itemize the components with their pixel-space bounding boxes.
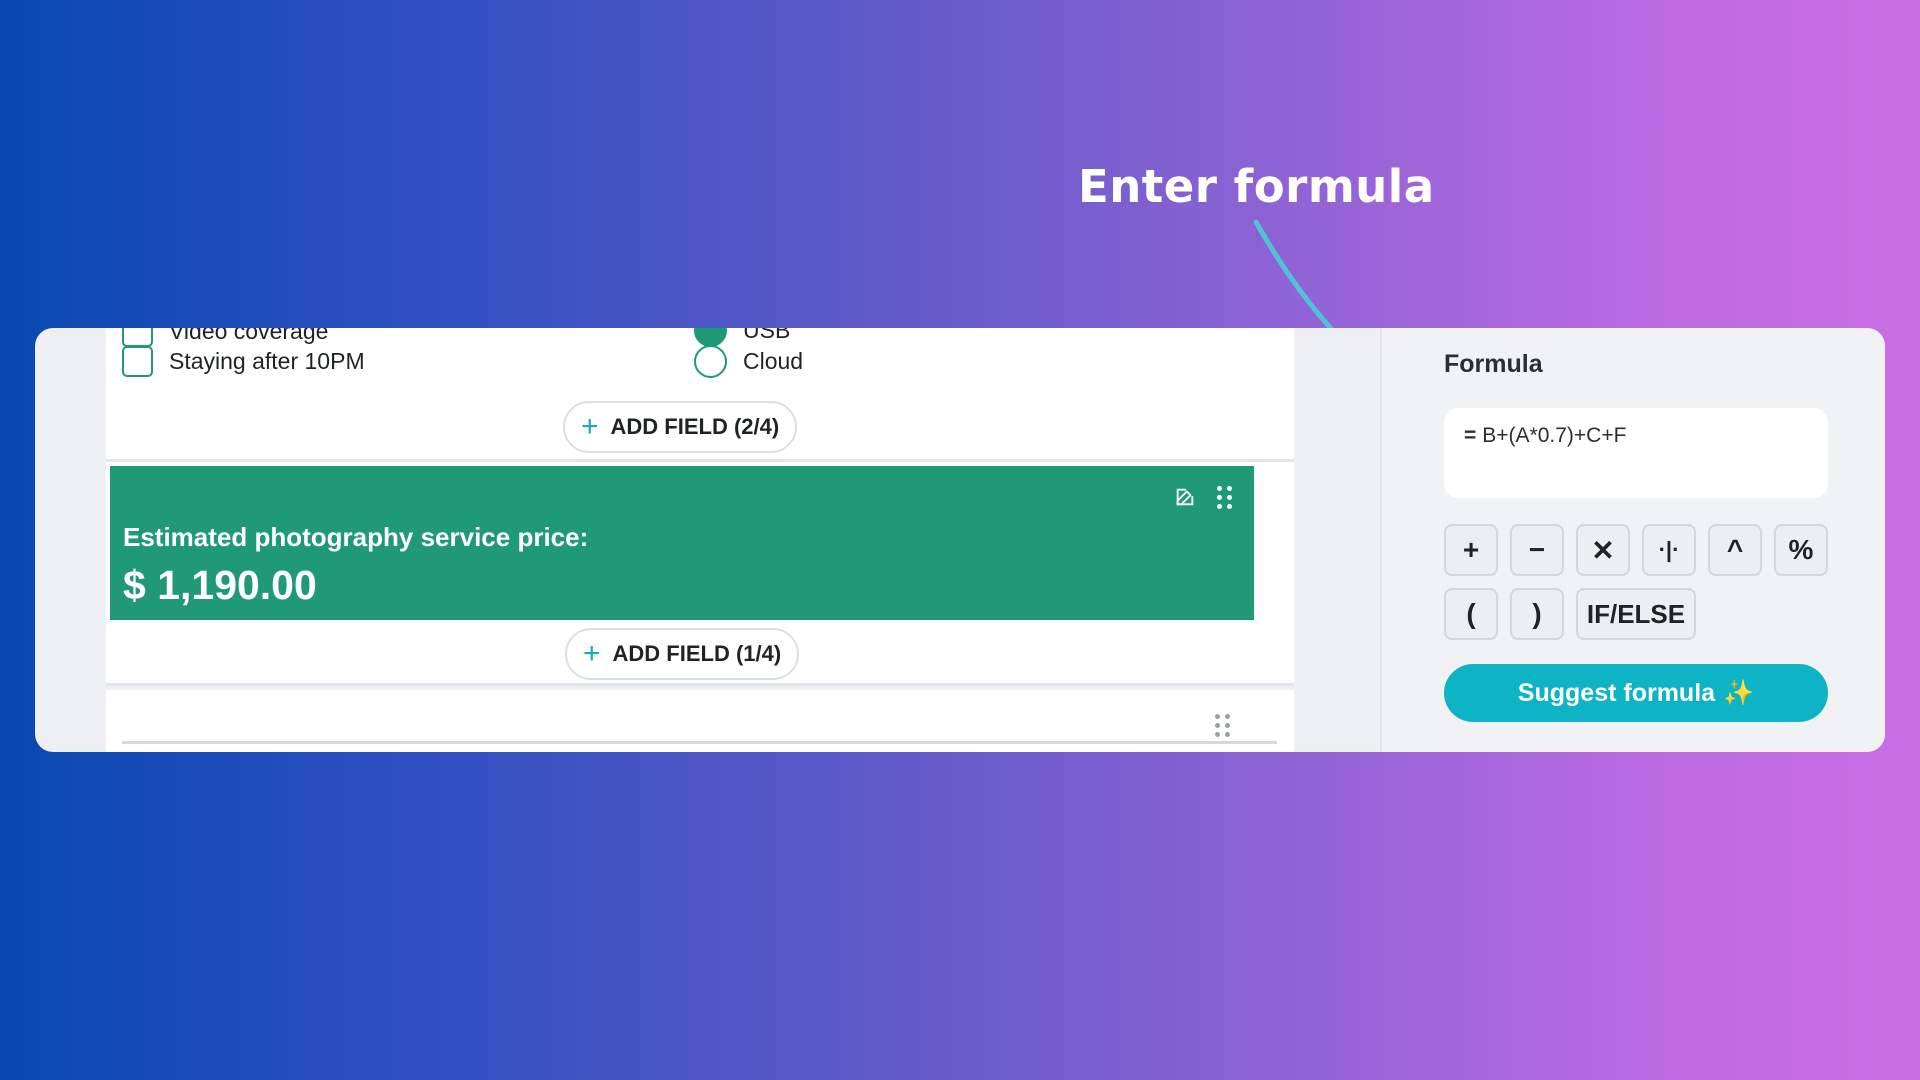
headline: Enter formula bbox=[1078, 160, 1435, 213]
power-button[interactable]: ^ bbox=[1708, 524, 1762, 576]
checkbox-icon[interactable] bbox=[122, 328, 153, 347]
formula-title: Formula bbox=[1444, 350, 1543, 378]
checkbox-label: Video coverage bbox=[169, 328, 329, 344]
price-block[interactable]: Estimated photography service price: $ 1… bbox=[110, 466, 1254, 620]
radio-cloud[interactable]: Cloud bbox=[694, 345, 803, 378]
checkbox-icon[interactable] bbox=[122, 346, 153, 377]
drag-handle-icon[interactable] bbox=[1215, 714, 1231, 737]
minus-button[interactable]: − bbox=[1510, 524, 1564, 576]
add-field-button[interactable]: + ADD FIELD (2/4) bbox=[563, 401, 798, 453]
close-paren-button[interactable]: ) bbox=[1510, 588, 1564, 640]
formula-input[interactable]: = B+(A*0.7)+C+F bbox=[1444, 408, 1828, 498]
open-paren-button[interactable]: ( bbox=[1444, 588, 1498, 640]
add-field-label: ADD FIELD (2/4) bbox=[610, 414, 780, 439]
field-divider bbox=[122, 741, 1277, 744]
checkbox-staying-after-10pm[interactable]: Staying after 10PM bbox=[122, 346, 365, 377]
add-field-label: ADD FIELD (1/4) bbox=[612, 641, 782, 666]
app-panel: Video coverage Staying after 10PM USB Cl… bbox=[35, 328, 1885, 752]
plus-icon: + bbox=[581, 410, 599, 443]
divide-button[interactable]: ·|· bbox=[1642, 524, 1696, 576]
drag-handle-icon[interactable] bbox=[1217, 486, 1233, 509]
suggest-formula-label: Suggest formula bbox=[1517, 678, 1716, 707]
radio-label: Cloud bbox=[743, 348, 804, 374]
checkbox-label: Staying after 10PM bbox=[169, 348, 365, 374]
edit-icon[interactable] bbox=[1174, 486, 1196, 508]
radio-label: USB bbox=[743, 328, 791, 343]
add-field-button[interactable]: + ADD FIELD (1/4) bbox=[565, 628, 800, 680]
plus-icon: + bbox=[583, 637, 601, 670]
formula-sidebar: Formula = B+(A*0.7)+C+F + − ✕ ·|· ^ % ( )… bbox=[1380, 328, 1885, 752]
suggest-formula-button[interactable]: Suggest formula ✨ bbox=[1444, 664, 1828, 722]
multiply-button[interactable]: ✕ bbox=[1576, 524, 1630, 576]
sparkles-icon: ✨ bbox=[1723, 678, 1755, 707]
if-else-button[interactable]: IF/ELSE bbox=[1576, 588, 1696, 640]
price-value: $ 1,190.00 bbox=[123, 562, 317, 608]
percent-button[interactable]: % bbox=[1774, 524, 1828, 576]
equals-sign: = bbox=[1464, 424, 1477, 447]
checkbox-video-coverage[interactable]: Video coverage bbox=[122, 328, 328, 347]
price-label: Estimated photography service price: bbox=[123, 522, 589, 552]
radio-icon[interactable] bbox=[694, 345, 727, 378]
formula-expression: B+(A*0.7)+C+F bbox=[1482, 424, 1627, 447]
plus-button[interactable]: + bbox=[1444, 524, 1498, 576]
